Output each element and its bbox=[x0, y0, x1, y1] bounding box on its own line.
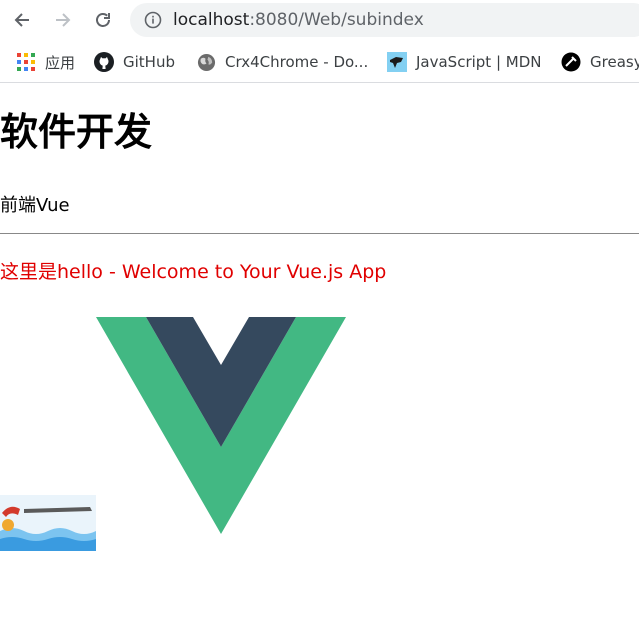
arrow-right-icon bbox=[56, 13, 71, 27]
bookmark-label: 应用 bbox=[45, 53, 76, 72]
page-subtitle: 前端Vue bbox=[0, 195, 70, 216]
bookmark-mdn[interactable]: JavaScript | MDN bbox=[387, 51, 542, 73]
greasyfork-icon bbox=[561, 52, 581, 72]
mdn-icon bbox=[387, 52, 407, 72]
url-text[interactable]: localhost:8080/Web/subindex bbox=[173, 10, 424, 30]
browser-toolbar: localhost:8080/Web/subindex bbox=[0, 0, 639, 42]
bookmarks-bar: 应用 GitHub Crx4Chrome - Do... JavaScript … bbox=[0, 42, 639, 83]
reload-icon bbox=[96, 13, 110, 27]
info-icon[interactable] bbox=[144, 11, 162, 29]
page-title: 软件开发 bbox=[0, 110, 153, 154]
vue-logo-icon bbox=[96, 317, 346, 534]
csdn-logo-icon bbox=[0, 495, 96, 551]
bookmark-label: Crx4Chrome - Do... bbox=[225, 53, 369, 71]
arrow-left-icon bbox=[14, 13, 29, 27]
apps-grid-icon bbox=[16, 52, 36, 72]
back-button[interactable] bbox=[8, 6, 36, 34]
url-host: localhost bbox=[173, 10, 250, 30]
bookmark-label: Greasy bbox=[590, 53, 639, 71]
bookmark-apps[interactable]: 应用 bbox=[16, 51, 75, 73]
globe-icon bbox=[196, 52, 216, 72]
forward-button[interactable] bbox=[49, 6, 77, 34]
bookmark-crx4chrome[interactable]: Crx4Chrome - Do... bbox=[196, 51, 368, 73]
bookmark-greasy[interactable]: Greasy bbox=[561, 51, 639, 73]
url-path: :8080/Web/subindex bbox=[249, 10, 424, 30]
github-icon bbox=[94, 52, 114, 72]
address-bar[interactable]: localhost:8080/Web/subindex bbox=[130, 3, 639, 37]
bookmark-github[interactable]: GitHub bbox=[94, 51, 175, 73]
page-content: 软件开发 前端Vue 这里是hello - Welcome to Your Vu… bbox=[0, 83, 639, 633]
horizontal-rule bbox=[0, 233, 639, 234]
bookmark-label: GitHub bbox=[123, 53, 175, 71]
bookmark-label: JavaScript | MDN bbox=[416, 53, 542, 71]
reload-button[interactable] bbox=[89, 6, 117, 34]
hello-message: 这里是hello - Welcome to Your Vue.js App bbox=[0, 261, 387, 283]
